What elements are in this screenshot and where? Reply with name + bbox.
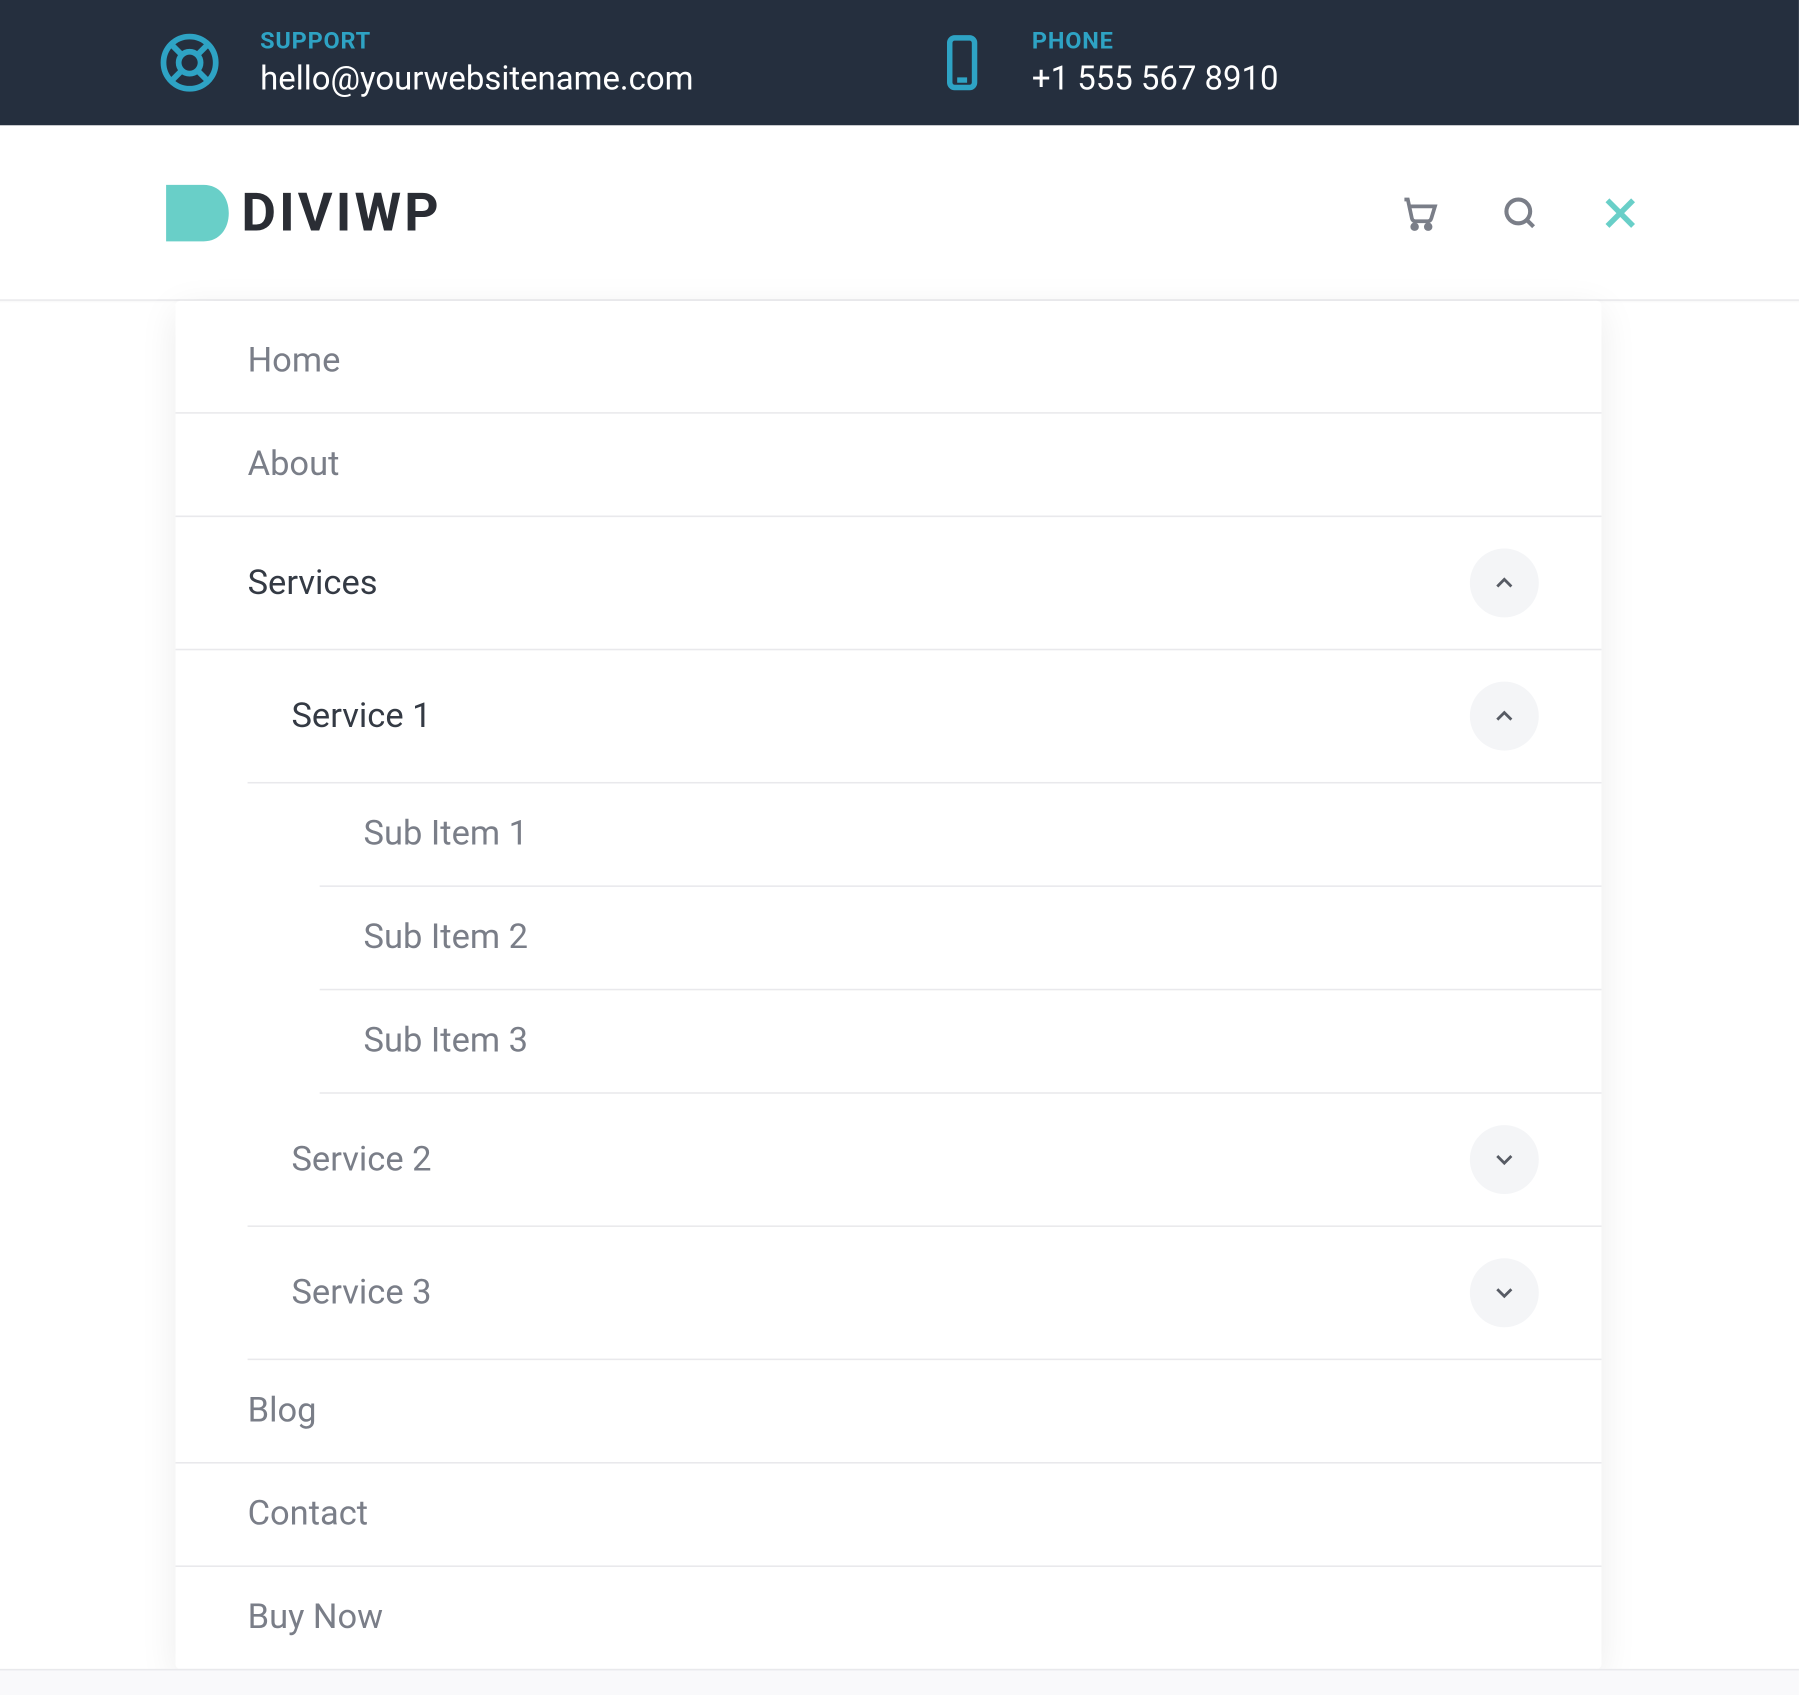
chevron-down-icon[interactable] [1470, 1258, 1539, 1327]
menu-item-label: Buy Now [248, 1598, 384, 1637]
cart-icon[interactable] [1398, 190, 1442, 234]
submenu-services: Service 1 Sub Item 1 Sub Item 2 [176, 650, 1602, 1360]
subsub-item-3[interactable]: Sub Item 3 [320, 990, 1602, 1093]
phone-value[interactable]: +1 555 567 8910 [1032, 61, 1279, 99]
support-value[interactable]: hello@yourwebsitename.com [260, 61, 693, 99]
logo-text: DIVIWP [241, 181, 441, 244]
submenu-item-label: Service 2 [291, 1140, 431, 1179]
subsub-item-label: Sub Item 1 [364, 815, 528, 854]
chevron-up-icon[interactable] [1470, 682, 1539, 751]
submenu-item-service-2[interactable]: Service 2 [248, 1094, 1602, 1227]
topbar-phone-block: PHONE +1 555 567 8910 [928, 27, 1278, 99]
search-icon[interactable] [1498, 190, 1542, 234]
subsub-item-label: Sub Item 3 [364, 1022, 528, 1061]
submenu-item-label: Service 3 [291, 1273, 431, 1312]
header-actions [1398, 190, 1642, 234]
menu-item-home[interactable]: Home [176, 310, 1602, 413]
header: DIVIWP [0, 125, 1799, 301]
menu-item-contact[interactable]: Contact [176, 1464, 1602, 1567]
close-icon[interactable] [1598, 190, 1642, 234]
mobile-menu-panel: Home About Services Service 1 [176, 301, 1602, 1669]
topbar: SUPPORT hello@yourwebsitename.com PHONE … [0, 0, 1799, 125]
menu-item-label: Services [248, 563, 378, 602]
lifebuoy-icon [157, 30, 223, 96]
topbar-support-block: SUPPORT hello@yourwebsitename.com [157, 27, 694, 99]
menu-item-label: About [248, 445, 340, 484]
menu-item-label: Home [248, 342, 341, 381]
submenu-item-service-1[interactable]: Service 1 [248, 650, 1602, 783]
submenu-item-service-3[interactable]: Service 3 [248, 1227, 1602, 1360]
menu-item-blog[interactable]: Blog [176, 1360, 1602, 1463]
subsub-item-2[interactable]: Sub Item 2 [320, 887, 1602, 990]
menu-list: Home About Services Service 1 [176, 310, 1602, 1669]
subsub-item-1[interactable]: Sub Item 1 [320, 784, 1602, 887]
logo[interactable]: DIVIWP [157, 175, 442, 250]
menu-item-about[interactable]: About [176, 414, 1602, 517]
submenu-item-label: Service 1 [291, 697, 431, 736]
chevron-down-icon[interactable] [1470, 1125, 1539, 1194]
menu-item-label: Blog [248, 1391, 317, 1430]
subsub-item-label: Sub Item 2 [364, 918, 528, 957]
phone-label: PHONE [1032, 27, 1279, 55]
subsubmenu-service-1: Sub Item 1 Sub Item 2 Sub Item 3 [248, 784, 1602, 1094]
support-label: SUPPORT [260, 27, 693, 55]
menu-item-label: Contact [248, 1495, 369, 1534]
chevron-up-icon[interactable] [1470, 548, 1539, 617]
page-background [0, 1669, 1799, 1695]
divi-d-icon [157, 175, 232, 250]
menu-item-buy-now[interactable]: Buy Now [176, 1567, 1602, 1669]
menu-item-services[interactable]: Services [176, 517, 1602, 650]
phone-icon [928, 30, 994, 96]
